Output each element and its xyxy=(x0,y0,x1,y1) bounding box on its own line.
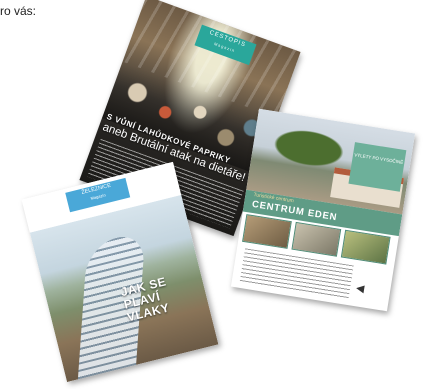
thumbnail-photo xyxy=(340,229,391,265)
thumbnail-photo xyxy=(242,214,292,249)
thumbnail-photo xyxy=(291,221,342,257)
magazine-brand-badge: VÝLETY PO VYSOČINĚ xyxy=(348,142,407,192)
arrow-left-icon xyxy=(355,284,365,294)
magazine-brand-badge: ŽELEZNICE Magazín xyxy=(65,177,131,213)
magazine-page-centrum-eden: VÝLETY PO VYSOČINĚ Turistické centrum CE… xyxy=(230,108,416,312)
intro-text: ro vás: xyxy=(0,4,37,18)
